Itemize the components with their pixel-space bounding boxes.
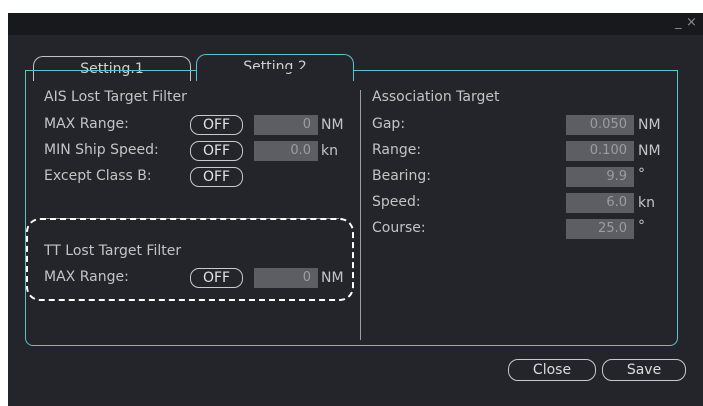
association-speed-field[interactable]: 6.0 — [566, 193, 634, 213]
association-course-field[interactable]: 25.0 — [566, 219, 634, 239]
association-bearing-field[interactable]: 9.9 — [566, 167, 634, 187]
ais-min-speed-toggle[interactable]: OFF — [190, 141, 243, 161]
association-gap-label: Gap: — [372, 116, 406, 132]
tab-setting-2[interactable]: Setting.2 — [196, 54, 354, 81]
association-speed-unit: kn — [638, 195, 655, 211]
association-speed-label: Speed: — [372, 194, 421, 210]
tt-max-range-label: MAX Range: — [44, 269, 129, 285]
association-gap-unit: NM — [638, 117, 661, 133]
association-range-label: Range: — [372, 142, 422, 158]
ais-max-range-unit: NM — [321, 117, 344, 133]
ais-min-speed-label: MIN Ship Speed: — [44, 142, 159, 158]
association-title: Association Target — [372, 89, 500, 105]
association-course-unit: ° — [638, 218, 645, 234]
title-bar: _ × — [8, 13, 703, 35]
ais-except-class-b-toggle[interactable]: OFF — [190, 167, 243, 187]
save-button[interactable]: Save — [602, 359, 686, 381]
ais-max-range-toggle[interactable]: OFF — [190, 115, 243, 135]
association-course-label: Course: — [372, 220, 426, 236]
ais-max-range-label: MAX Range: — [44, 116, 129, 132]
ais-min-speed-field[interactable]: 0.0 — [254, 141, 318, 161]
ais-max-range-field[interactable]: 0 — [254, 115, 318, 135]
association-range-unit: NM — [638, 143, 661, 159]
association-bearing-unit: ° — [638, 166, 645, 182]
association-gap-field[interactable]: 0.050 — [566, 115, 634, 135]
ais-min-speed-unit: kn — [321, 143, 338, 159]
ais-except-class-b-label: Except Class B: — [44, 168, 152, 184]
minimize-icon[interactable]: _ — [675, 15, 682, 31]
column-divider — [360, 90, 361, 340]
close-button[interactable]: Close — [508, 359, 596, 381]
association-range-field[interactable]: 0.100 — [566, 141, 634, 161]
association-bearing-label: Bearing: — [372, 168, 431, 184]
tt-filter-title: TT Lost Target Filter — [44, 243, 182, 259]
close-icon[interactable]: × — [686, 15, 697, 31]
tt-max-range-toggle[interactable]: OFF — [190, 268, 243, 288]
ais-filter-title: AIS Lost Target Filter — [44, 89, 187, 105]
active-tab-joint — [197, 69, 353, 72]
tt-max-range-field[interactable]: 0 — [254, 268, 318, 288]
tt-max-range-unit: NM — [321, 270, 344, 286]
